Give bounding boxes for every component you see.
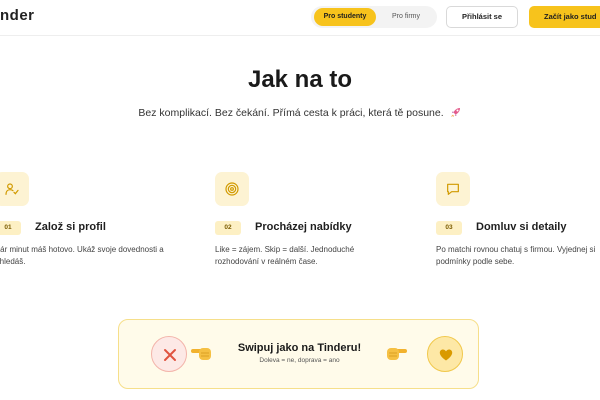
step-title: Procházej nabídky: [255, 221, 352, 233]
step-icon-box: [215, 172, 249, 206]
logo[interactable]: nder: [0, 7, 35, 24]
step-description: Like = zájem. Skip = další. Jednoduché r…: [215, 245, 355, 266]
user-check-icon: [5, 183, 19, 195]
page-title: Jak na to: [247, 66, 353, 93]
step-number: 01: [0, 221, 21, 235]
swipe-hint: Doleva = ne, doprava = ano: [259, 357, 340, 364]
audience-toggle[interactable]: Pro studenty Pro firmy: [311, 6, 437, 28]
step-icon-box: [436, 172, 470, 206]
toggle-students[interactable]: Pro studenty: [314, 8, 376, 26]
step-number: 02: [215, 221, 241, 235]
heart-icon: [439, 349, 453, 361]
start-button[interactable]: Začít jako stud: [529, 6, 600, 28]
step-title: Založ si profil: [35, 221, 106, 233]
login-button[interactable]: Přihlásit se: [446, 6, 518, 28]
target-icon: [225, 182, 239, 196]
step-description: a pár minut máš hotovo. Ukáž svoje doved…: [0, 245, 164, 266]
swipe-banner: Swipuj jako na Tinderu! Doleva = ne, dop…: [118, 319, 479, 389]
subtitle-text: Bez komplikací. Bez čekání. Přímá cesta …: [138, 107, 444, 119]
step-description: Po matchi rovnou chatuj s firmou. Vyjedn…: [436, 245, 596, 266]
chat-icon: [447, 183, 459, 195]
page-subtitle: Bez komplikací. Bez čekání. Přímá cesta …: [0, 106, 600, 119]
step-icon-box: [0, 172, 29, 206]
step-number: 03: [436, 221, 462, 235]
toggle-companies[interactable]: Pro firmy: [377, 8, 435, 26]
step-title: Domluv si detaily: [476, 221, 567, 233]
rocket-icon: [450, 108, 460, 117]
like-button[interactable]: [427, 336, 463, 372]
pointing-right-hand-icon: [387, 348, 407, 360]
swipe-title: Swipuj jako na Tinderu!: [237, 342, 362, 354]
site-header: nder Pro studenty Pro firmy Přihlásit se…: [0, 0, 600, 36]
